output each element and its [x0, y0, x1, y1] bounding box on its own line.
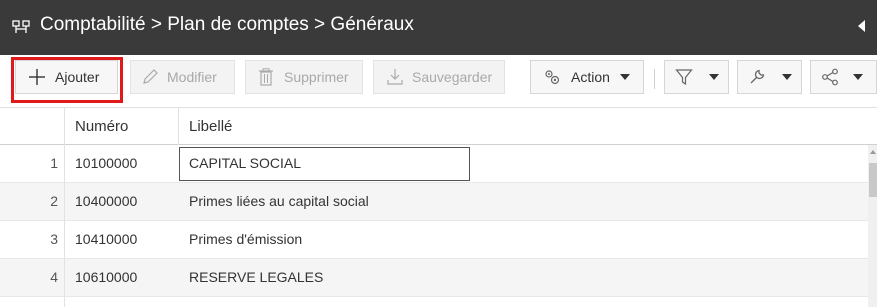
- account-number[interactable]: 10610000: [75, 269, 137, 285]
- download-icon: [387, 69, 403, 85]
- scroll-up-icon[interactable]: [870, 150, 876, 154]
- toolbar: Ajouter Modifier Supprimer Sauvegarder A…: [0, 55, 877, 107]
- column-divider: [178, 107, 179, 145]
- share-dropdown-button[interactable]: [810, 60, 877, 94]
- account-label[interactable]: Primes d'émission: [189, 231, 302, 247]
- gears-icon: [545, 70, 560, 85]
- row-index: 3: [50, 231, 58, 247]
- wrench-icon: [750, 69, 765, 84]
- edit-button[interactable]: Modifier: [130, 60, 235, 94]
- action-label: Action: [571, 69, 610, 85]
- account-label[interactable]: RESERVE LEGALES: [189, 269, 323, 285]
- trash-icon: [259, 68, 273, 86]
- row-index: 1: [50, 155, 58, 171]
- chevron-down-icon: [782, 74, 792, 80]
- edit-label: Modifier: [167, 69, 217, 85]
- account-number[interactable]: 10400000: [75, 193, 137, 209]
- save-button[interactable]: Sauvegarder: [373, 60, 505, 94]
- account-label[interactable]: Primes liées au capital social: [189, 193, 369, 209]
- chevron-down-icon: [709, 74, 719, 80]
- column-header-numero[interactable]: Numéro: [75, 118, 128, 135]
- delete-label: Supprimer: [284, 69, 349, 85]
- scrollbar-thumb[interactable]: [869, 163, 877, 197]
- account-label[interactable]: CAPITAL SOCIAL: [189, 155, 301, 171]
- pencil-icon: [143, 69, 158, 84]
- table-row[interactable]: 3 10410000 Primes d'émission: [0, 221, 868, 259]
- row-index: 2: [50, 193, 58, 209]
- filter-dropdown-button[interactable]: [664, 60, 729, 94]
- highlight-box: [11, 57, 123, 103]
- account-number[interactable]: 10410000: [75, 231, 137, 247]
- hierarchy-icon: [12, 20, 30, 33]
- tools-dropdown-button[interactable]: [737, 60, 802, 94]
- title-bar: Comptabilité > Plan de comptes > Générau…: [0, 0, 877, 55]
- column-divider: [64, 107, 65, 307]
- chevron-down-icon: [853, 74, 863, 80]
- triangle-left-icon[interactable]: [858, 20, 865, 32]
- table-row[interactable]: 4 10610000 RESERVE LEGALES: [0, 259, 868, 297]
- table-header: Numéro Libellé: [0, 107, 877, 145]
- accounts-table: Numéro Libellé 1 10100000 CAPITAL SOCIAL…: [0, 107, 877, 307]
- column-header-libelle[interactable]: Libellé: [189, 118, 232, 135]
- table-row[interactable]: 2 10400000 Primes liées au capital socia…: [0, 183, 868, 221]
- table-row[interactable]: 1 10100000 CAPITAL SOCIAL: [0, 145, 868, 183]
- share-icon: [822, 68, 838, 86]
- delete-button[interactable]: Supprimer: [245, 60, 363, 94]
- chevron-down-icon: [619, 74, 630, 80]
- action-dropdown-button[interactable]: Action: [530, 60, 644, 94]
- account-number[interactable]: 10100000: [75, 155, 137, 171]
- breadcrumb: Comptabilité > Plan de comptes > Générau…: [40, 14, 414, 35]
- row-index: 4: [50, 269, 58, 285]
- filter-icon: [675, 69, 693, 86]
- toolbar-divider: [654, 69, 655, 89]
- save-label: Sauvegarder: [412, 69, 493, 85]
